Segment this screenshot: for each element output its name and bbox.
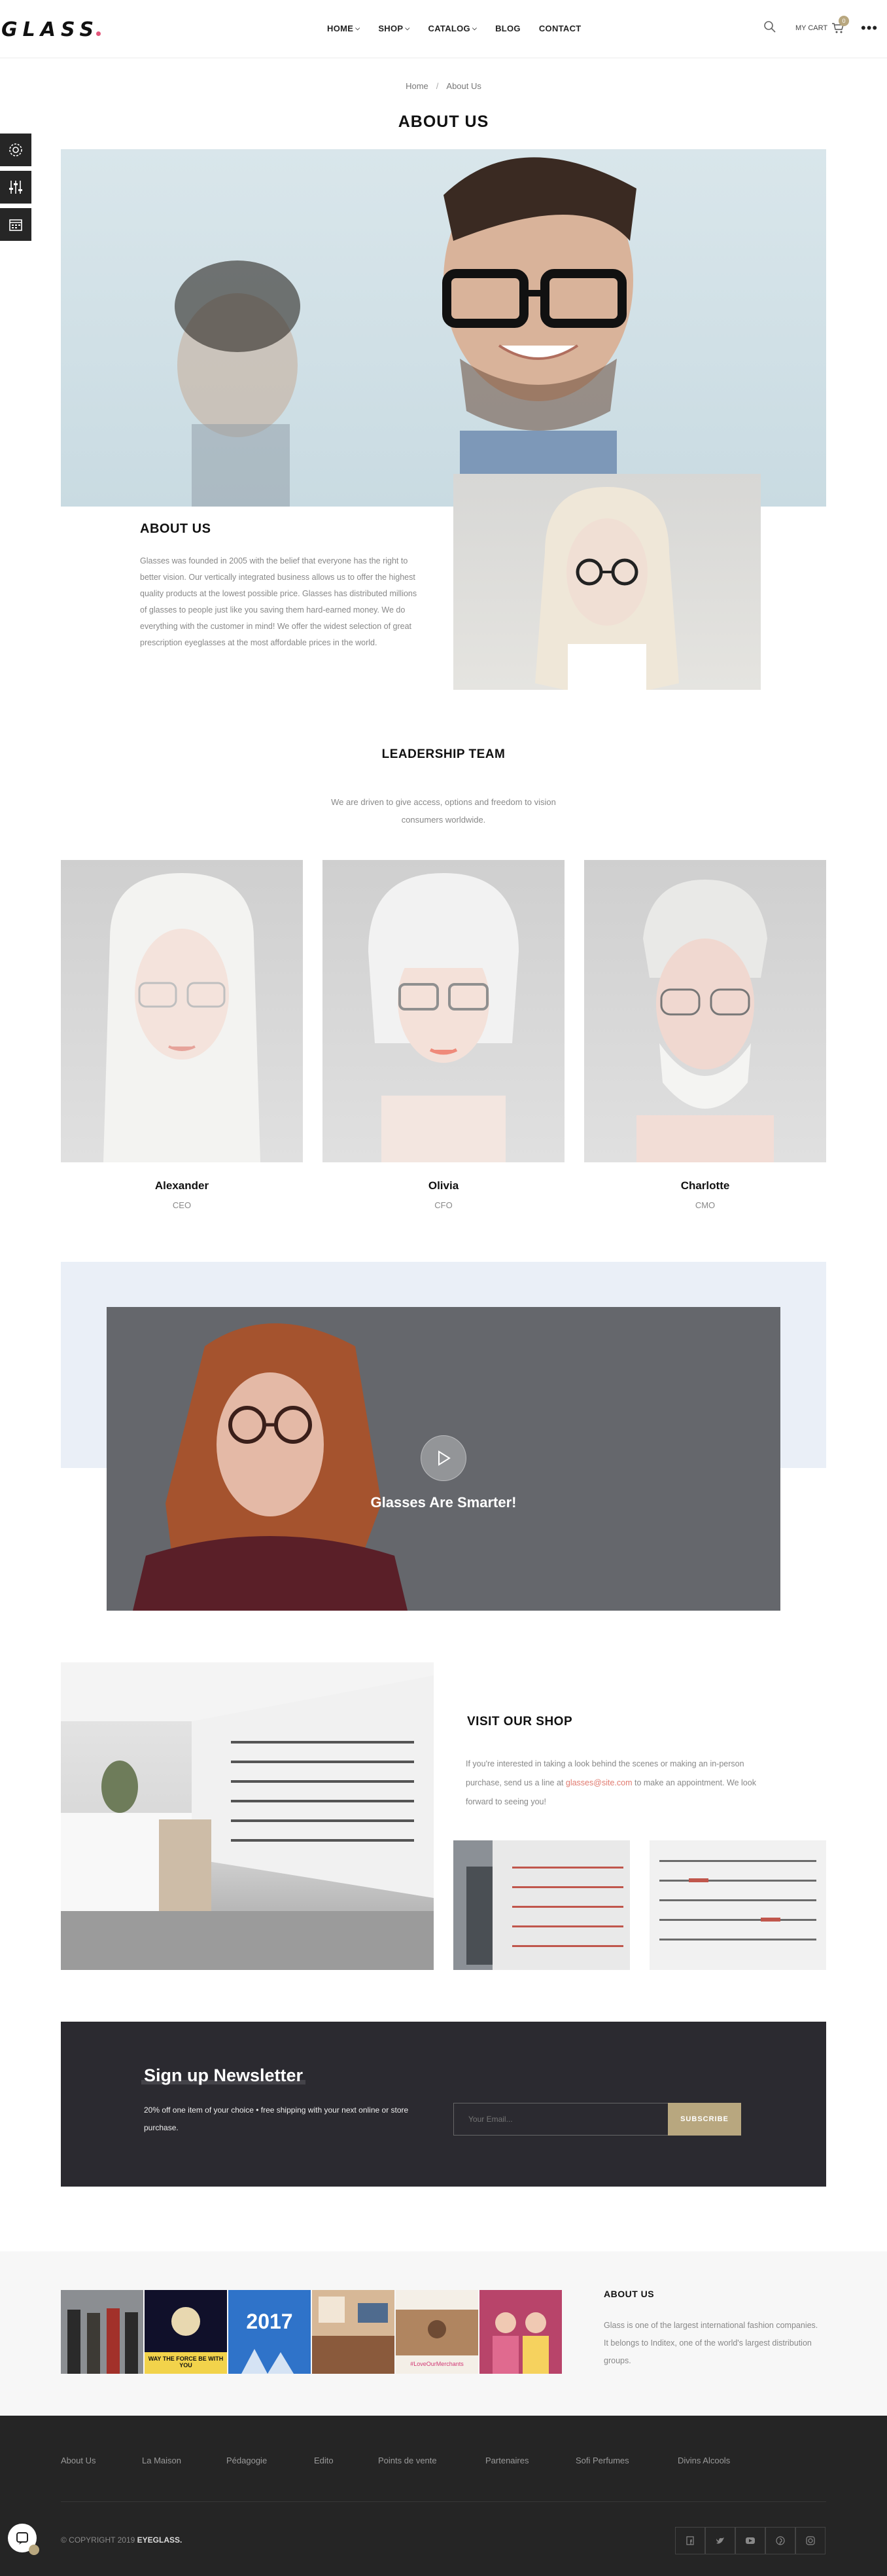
newsletter-title: Sign up Newsletter (141, 2066, 306, 2085)
footer-link[interactable]: About Us (61, 2456, 96, 2465)
shop-email-link[interactable]: glasses@site.com (566, 1778, 633, 1787)
breadcrumb-current: About Us (446, 81, 481, 91)
settings-tool-button[interactable] (0, 134, 31, 166)
page-title: ABOUT US (398, 113, 489, 131)
instagram-thumbnail[interactable]: 2017 (228, 2290, 311, 2374)
instagram-icon[interactable] (795, 2527, 826, 2554)
chevron-down-icon: ⌵ (472, 25, 478, 31)
pinterest-icon[interactable] (765, 2527, 795, 2554)
nav-blog[interactable]: BLOG (486, 24, 530, 33)
footer-link[interactable]: Divins Alcools (678, 2456, 730, 2465)
shop-thumbnail[interactable] (650, 1840, 826, 1970)
footer-link[interactable]: Sofi Perfumes (576, 2456, 629, 2465)
calendar-icon (9, 219, 22, 231)
cart-label: MY CART (795, 24, 828, 32)
instagram-thumbnail[interactable] (479, 2290, 562, 2374)
site-header: GLASS HOME ⌵ SHOP ⌵ CATALOG ⌵ BLOG CONTACT … (0, 0, 887, 58)
facebook-icon[interactable] (675, 2527, 705, 2554)
gear-icon (9, 143, 22, 156)
calendar-tool-button[interactable] (0, 208, 31, 241)
chevron-down-icon: ⌵ (355, 25, 360, 31)
more-menu-icon[interactable]: ••• (861, 20, 878, 37)
footer-link[interactable]: Edito (314, 2456, 334, 2465)
instagram-thumbnail[interactable] (61, 2290, 143, 2374)
chevron-down-icon: ⌵ (405, 25, 410, 31)
sliders-icon (9, 181, 22, 194)
copyright: © COPYRIGHT 2019 EYEGLASS. (61, 2535, 183, 2545)
shop-text: If you're interested in taking a look be… (466, 1759, 756, 1806)
instagram-hashtag: #LoveOurMerchants (410, 2361, 464, 2367)
leadership-subtitle: We are driven to give access, options an… (331, 797, 556, 825)
nav-contact[interactable]: CONTACT (530, 24, 591, 33)
about-photo (453, 474, 761, 690)
twitter-icon[interactable] (705, 2527, 735, 2554)
hero-image (61, 149, 826, 507)
instagram-thumbnail[interactable]: #LoveOurMerchants (396, 2290, 478, 2374)
search-icon[interactable] (763, 20, 777, 34)
main-nav: HOME ⌵ SHOP ⌵ CATALOG ⌵ BLOG CONTACT (318, 24, 591, 33)
instagram-thumbnail[interactable] (312, 2290, 394, 2374)
footer-about-title: ABOUT US (604, 2289, 655, 2299)
shop-interior-photo (61, 1662, 434, 1970)
about-heading: ABOUT US (130, 522, 220, 539)
sliders-tool-button[interactable] (0, 171, 31, 204)
newsletter-section: Sign up Newsletter 20% off one item of y… (61, 2022, 826, 2187)
footer-about-text: Glass is one of the largest internationa… (604, 2321, 818, 2365)
newsletter-text: 20% off one item of your choice • free s… (144, 2105, 409, 2132)
team-member-card[interactable]: Alexander CEO (61, 860, 303, 1210)
newsletter-email-input[interactable] (453, 2103, 670, 2136)
team-member-card[interactable]: Olivia CFO (322, 860, 565, 1210)
cart-button[interactable]: MY CART 0 (795, 16, 849, 34)
nav-catalog[interactable]: CATALOG ⌵ (419, 24, 487, 33)
nav-home[interactable]: HOME ⌵ (318, 24, 369, 33)
youtube-icon[interactable] (735, 2527, 765, 2554)
chat-button[interactable] (8, 2524, 39, 2555)
member-photo (584, 860, 826, 1162)
about-text: Glasses was founded in 2005 with the bel… (140, 556, 417, 647)
footer-link[interactable]: Partenaires (485, 2456, 529, 2465)
leadership-heading-wrap: LEADERSHIP TEAM (0, 747, 887, 764)
subscribe-button[interactable]: SUBSCRIBE (668, 2103, 741, 2136)
footer-divider (61, 2501, 826, 2502)
play-icon (438, 1450, 451, 1466)
footer-link[interactable]: La Maison (142, 2456, 181, 2465)
team-member-card[interactable]: Charlotte CMO (584, 860, 826, 1210)
shop-heading: VISIT OUR SHOP (457, 1715, 582, 1731)
member-name: Charlotte (680, 1179, 730, 1192)
nav-shop[interactable]: SHOP ⌵ (369, 24, 419, 33)
member-name: Alexander (154, 1179, 209, 1192)
chat-notification-dot (29, 2545, 39, 2555)
footer-link[interactable]: Points de vente (378, 2456, 437, 2465)
member-role: CMO (695, 1200, 716, 1210)
member-role: CFO (434, 1200, 453, 1210)
member-name: Olivia (428, 1179, 459, 1192)
chat-icon (16, 2532, 28, 2545)
breadcrumb: Home / About Us (406, 81, 481, 91)
instagram-thumbnail[interactable]: WAY THE FORCE BE WITH YOU (145, 2290, 227, 2374)
video-caption: Glasses Are Smarter! (370, 1494, 517, 1511)
member-photo (61, 860, 303, 1162)
footer-link[interactable]: Pédagogie (226, 2456, 267, 2465)
member-photo (322, 860, 565, 1162)
cart-count-badge: 0 (839, 16, 849, 26)
play-button[interactable] (421, 1435, 466, 1481)
logo[interactable]: GLASS (1, 18, 101, 41)
breadcrumb-home[interactable]: Home (406, 81, 428, 91)
instagram-banner-text: WAY THE FORCE BE WITH YOU (148, 2355, 224, 2369)
leadership-heading: LEADERSHIP TEAM (372, 747, 515, 764)
shop-thumbnail[interactable] (453, 1840, 630, 1970)
member-role: CEO (172, 1200, 192, 1210)
